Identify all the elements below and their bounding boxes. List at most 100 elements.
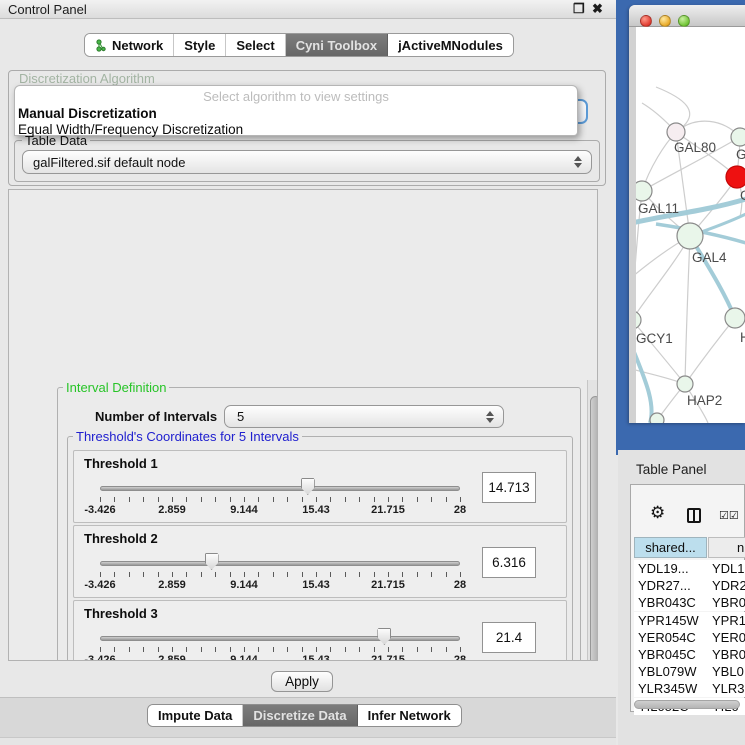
slider-tick [158, 572, 159, 577]
table-row[interactable]: YPR145WYPR1 [634, 612, 745, 629]
slider-tick [287, 497, 288, 502]
network-view-window: GAL80GACGAL11GAL4HGCY1HAP2 [629, 5, 745, 423]
tab-network[interactable]: Network [85, 34, 174, 56]
control-panel-window: Control Panel ❐ ✖ NetworkStyleSelect Cyni… [0, 0, 616, 745]
gear-icon[interactable]: ⚙ [650, 504, 665, 521]
network-node[interactable] [650, 413, 664, 423]
table-row[interactable]: YDL19...YDL1 [634, 560, 745, 577]
cell-shared-name: YBR043C [638, 595, 696, 610]
zoom-traffic-light-icon[interactable] [678, 15, 690, 27]
threshold-card: Threshold 1-3.4262.8599.14415.4321.71528… [73, 450, 567, 523]
slider-tick [417, 572, 418, 577]
slider-tick [201, 647, 202, 652]
network-node[interactable] [731, 128, 745, 146]
slider-tick [359, 647, 360, 652]
network-window-titlebar[interactable] [629, 5, 745, 27]
table-row[interactable]: YDR27...YDR2 [634, 577, 745, 594]
network-node-label: GCY1 [636, 331, 673, 346]
number-of-intervals-spinner[interactable]: 5 [224, 405, 504, 428]
slider-tick-label: 9.144 [230, 504, 258, 516]
column-header-shared-name[interactable]: shared... [634, 537, 707, 558]
slider-thumb[interactable] [377, 628, 391, 645]
cell-name: YLR3 [712, 681, 745, 696]
slider-tick [417, 497, 418, 502]
apply-button[interactable]: Apply [271, 671, 333, 692]
table-row[interactable]: YBR043C YBR0 [634, 594, 745, 611]
threshold-value-field[interactable]: 14.713 [482, 472, 536, 503]
table-data-combobox[interactable]: galFiltered.sif default node [22, 150, 592, 174]
panel-scrollbar-thumb[interactable] [590, 396, 598, 661]
slider-tick [258, 647, 259, 652]
table-row[interactable]: YBL079WYBL0 [634, 663, 745, 680]
slider-tick [388, 647, 389, 652]
slider-tick-label: 21.715 [371, 504, 405, 516]
slider-tick [273, 497, 274, 502]
slider-tick [230, 647, 231, 652]
cell-name: YBR0 [712, 595, 745, 610]
close-window-icon[interactable]: ✖ [592, 1, 603, 17]
spinner-arrows-icon[interactable] [486, 411, 494, 423]
algorithm-option[interactable]: Equal Width/Frequency Discretization [18, 122, 574, 138]
table-row[interactable]: YLR345WYLR3 [634, 680, 745, 697]
network-node[interactable] [636, 311, 641, 329]
threshold-value-field[interactable]: 21.4 [482, 622, 536, 653]
column-layout-icon[interactable] [687, 508, 701, 523]
window-title: Control Panel [8, 2, 87, 17]
slider-tick-label: 28 [454, 504, 466, 516]
slider-tick [172, 572, 173, 577]
minimize-traffic-light-icon[interactable] [659, 15, 671, 27]
slider-track[interactable] [100, 636, 460, 641]
slider-tick [446, 497, 447, 502]
network-node[interactable] [667, 123, 685, 141]
float-window-icon[interactable]: ❐ [573, 1, 585, 17]
control-panel-titlebar[interactable]: Control Panel ❐ ✖ [0, 0, 616, 19]
close-traffic-light-icon[interactable] [640, 15, 652, 27]
spinner-arrows-icon[interactable] [574, 156, 582, 168]
network-node[interactable] [726, 166, 745, 188]
slider-tick [316, 647, 317, 652]
checkbox-icons[interactable]: ☑☑ [719, 509, 739, 522]
slider-tick [100, 497, 101, 502]
table-row[interactable]: YBR045CYBR0 [634, 646, 745, 663]
network-node[interactable] [677, 223, 703, 249]
network-node[interactable] [725, 308, 745, 328]
cell-name: YBR0 [712, 647, 745, 662]
slider-track[interactable] [100, 561, 460, 566]
slider-tick [330, 572, 331, 577]
table-panel-window: Table Panel ⚙ ☑☑ shared... n YDL19...YDL… [618, 450, 745, 745]
tab-style[interactable]: Style [174, 34, 226, 56]
slider-thumb[interactable] [301, 478, 315, 495]
tab-label: Cyni Toolbox [296, 38, 377, 53]
slider-track[interactable] [100, 486, 460, 491]
cell-name: YDL1 [712, 561, 745, 576]
table-hscrollbar[interactable] [634, 700, 740, 709]
tab-cyni-toolbox[interactable]: Cyni Toolbox [286, 34, 388, 56]
column-header-name[interactable]: n [708, 537, 745, 558]
bottom-tabbar: Impute DataDiscretize DataInfer Network [147, 704, 462, 727]
slider-tick-label: -3.426 [84, 579, 115, 591]
slider-tick-label: 21.715 [371, 654, 405, 661]
tab-select[interactable]: Select [226, 34, 285, 56]
threshold-value-field[interactable]: 6.316 [482, 547, 536, 578]
slider-tick-label: -3.426 [84, 504, 115, 516]
slider-tick-label: 2.859 [158, 504, 186, 516]
tab-impute-data[interactable]: Impute Data [148, 705, 243, 726]
slider-tick [114, 572, 115, 577]
algorithm-option[interactable]: Manual Discretization [18, 106, 574, 122]
slider-tick-label: 28 [454, 654, 466, 661]
tab-discretize-data[interactable]: Discretize Data [243, 705, 357, 726]
network-canvas[interactable]: GAL80GACGAL11GAL4HGCY1HAP2 [636, 27, 745, 423]
slider-tick [129, 572, 130, 577]
slider-tick [374, 497, 375, 502]
slider-tick [258, 497, 259, 502]
table-row[interactable]: YER054CYER0 [634, 629, 745, 646]
tab-infer-network[interactable]: Infer Network [358, 705, 461, 726]
network-node[interactable] [677, 376, 693, 392]
cell-name: YDR2 [712, 578, 745, 593]
tab-jactivemnodules[interactable]: jActiveMNodules [388, 34, 513, 56]
threshold-label: Threshold 3 [84, 606, 158, 621]
slider-tick-label: 2.859 [158, 579, 186, 591]
threshold-label: Threshold 2 [84, 531, 158, 546]
network-node[interactable] [636, 181, 652, 201]
slider-thumb[interactable] [205, 553, 219, 570]
